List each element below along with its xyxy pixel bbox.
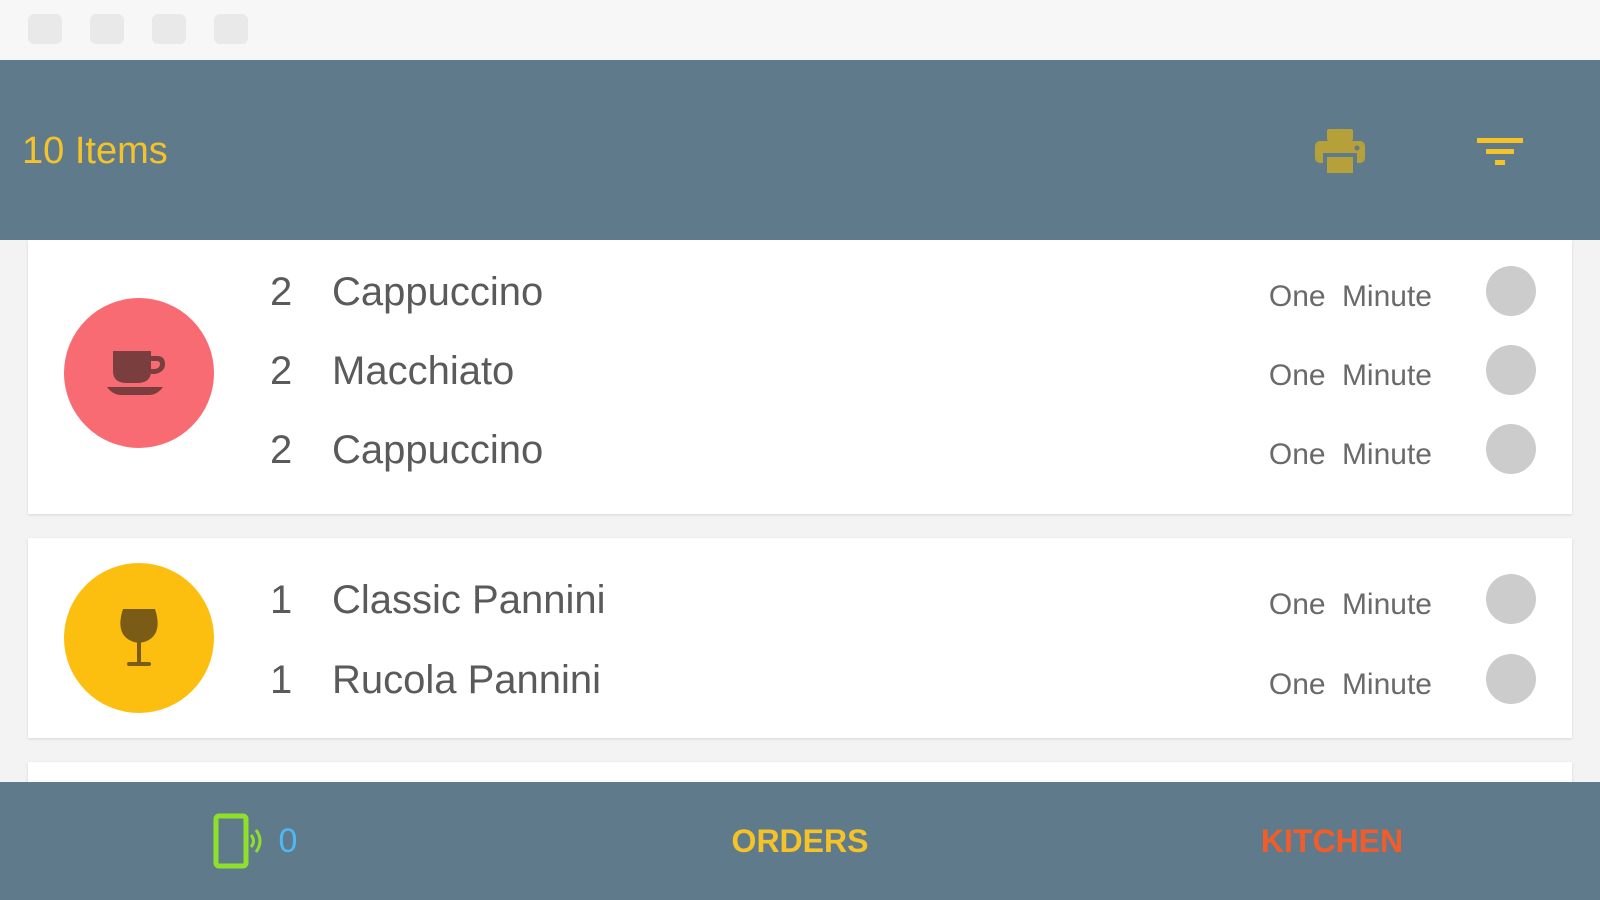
notification-icon — [152, 14, 186, 44]
order-card: 1 Classic Pannini One Minute 1 Rucola Pa… — [28, 538, 1572, 738]
item-elapsed-time: One Minute — [1268, 438, 1432, 471]
order-card — [28, 762, 1572, 782]
item-quantity: 1 — [270, 578, 293, 622]
order-item-row[interactable]: 1 Classic Pannini One Minute — [28, 558, 1572, 638]
connected-devices-button[interactable]: 0 — [200, 782, 310, 900]
print-button[interactable] — [1308, 120, 1372, 184]
item-name: Rucola Pannini — [332, 658, 602, 702]
tab-kitchen[interactable]: KITCHEN — [1232, 782, 1432, 900]
order-card: 2 Cappuccino One Minute 2 Macchiato One … — [28, 240, 1572, 514]
items-count-title: 10 Items — [22, 130, 168, 172]
item-quantity: 1 — [270, 658, 293, 702]
order-item-row[interactable]: 2 Cappuccino One Minute — [28, 250, 1572, 330]
item-name: Cappuccino — [332, 428, 544, 472]
phone-signal-icon — [213, 813, 262, 869]
item-name: Classic Pannini — [332, 578, 606, 622]
item-elapsed-time: One Minute — [1268, 280, 1432, 313]
item-name: Cappuccino — [332, 270, 544, 314]
item-status-toggle[interactable] — [1486, 345, 1536, 395]
device-count: 0 — [278, 821, 298, 860]
item-quantity: 2 — [270, 428, 293, 472]
order-item-row[interactable]: 2 Cappuccino One Minute — [28, 408, 1572, 488]
printer-icon — [1315, 129, 1365, 177]
tab-orders[interactable]: ORDERS — [700, 782, 900, 900]
system-status-bar — [0, 0, 1600, 60]
item-name: Macchiato — [332, 349, 515, 393]
item-quantity: 2 — [270, 349, 293, 393]
notification-icon — [90, 14, 124, 44]
filter-button[interactable] — [1468, 120, 1532, 184]
filter-icon — [1477, 138, 1523, 165]
item-elapsed-time: One Minute — [1268, 359, 1432, 392]
app-header: 10 Items — [0, 60, 1600, 240]
item-status-toggle[interactable] — [1486, 266, 1536, 316]
item-quantity: 2 — [270, 270, 293, 314]
item-elapsed-time: One Minute — [1268, 588, 1432, 621]
item-status-toggle[interactable] — [1486, 654, 1536, 704]
status-icons — [28, 14, 248, 44]
item-elapsed-time: One Minute — [1268, 668, 1432, 701]
order-item-row[interactable]: 2 Macchiato One Minute — [28, 329, 1572, 409]
bottom-navigation: 0 ORDERS KITCHEN — [0, 782, 1600, 900]
item-status-toggle[interactable] — [1486, 424, 1536, 474]
notification-icon — [28, 14, 62, 44]
item-status-toggle[interactable] — [1486, 574, 1536, 624]
orders-list: 2 Cappuccino One Minute 2 Macchiato One … — [0, 240, 1600, 782]
order-item-row[interactable]: 1 Rucola Pannini One Minute — [28, 638, 1572, 718]
notification-icon — [214, 14, 248, 44]
